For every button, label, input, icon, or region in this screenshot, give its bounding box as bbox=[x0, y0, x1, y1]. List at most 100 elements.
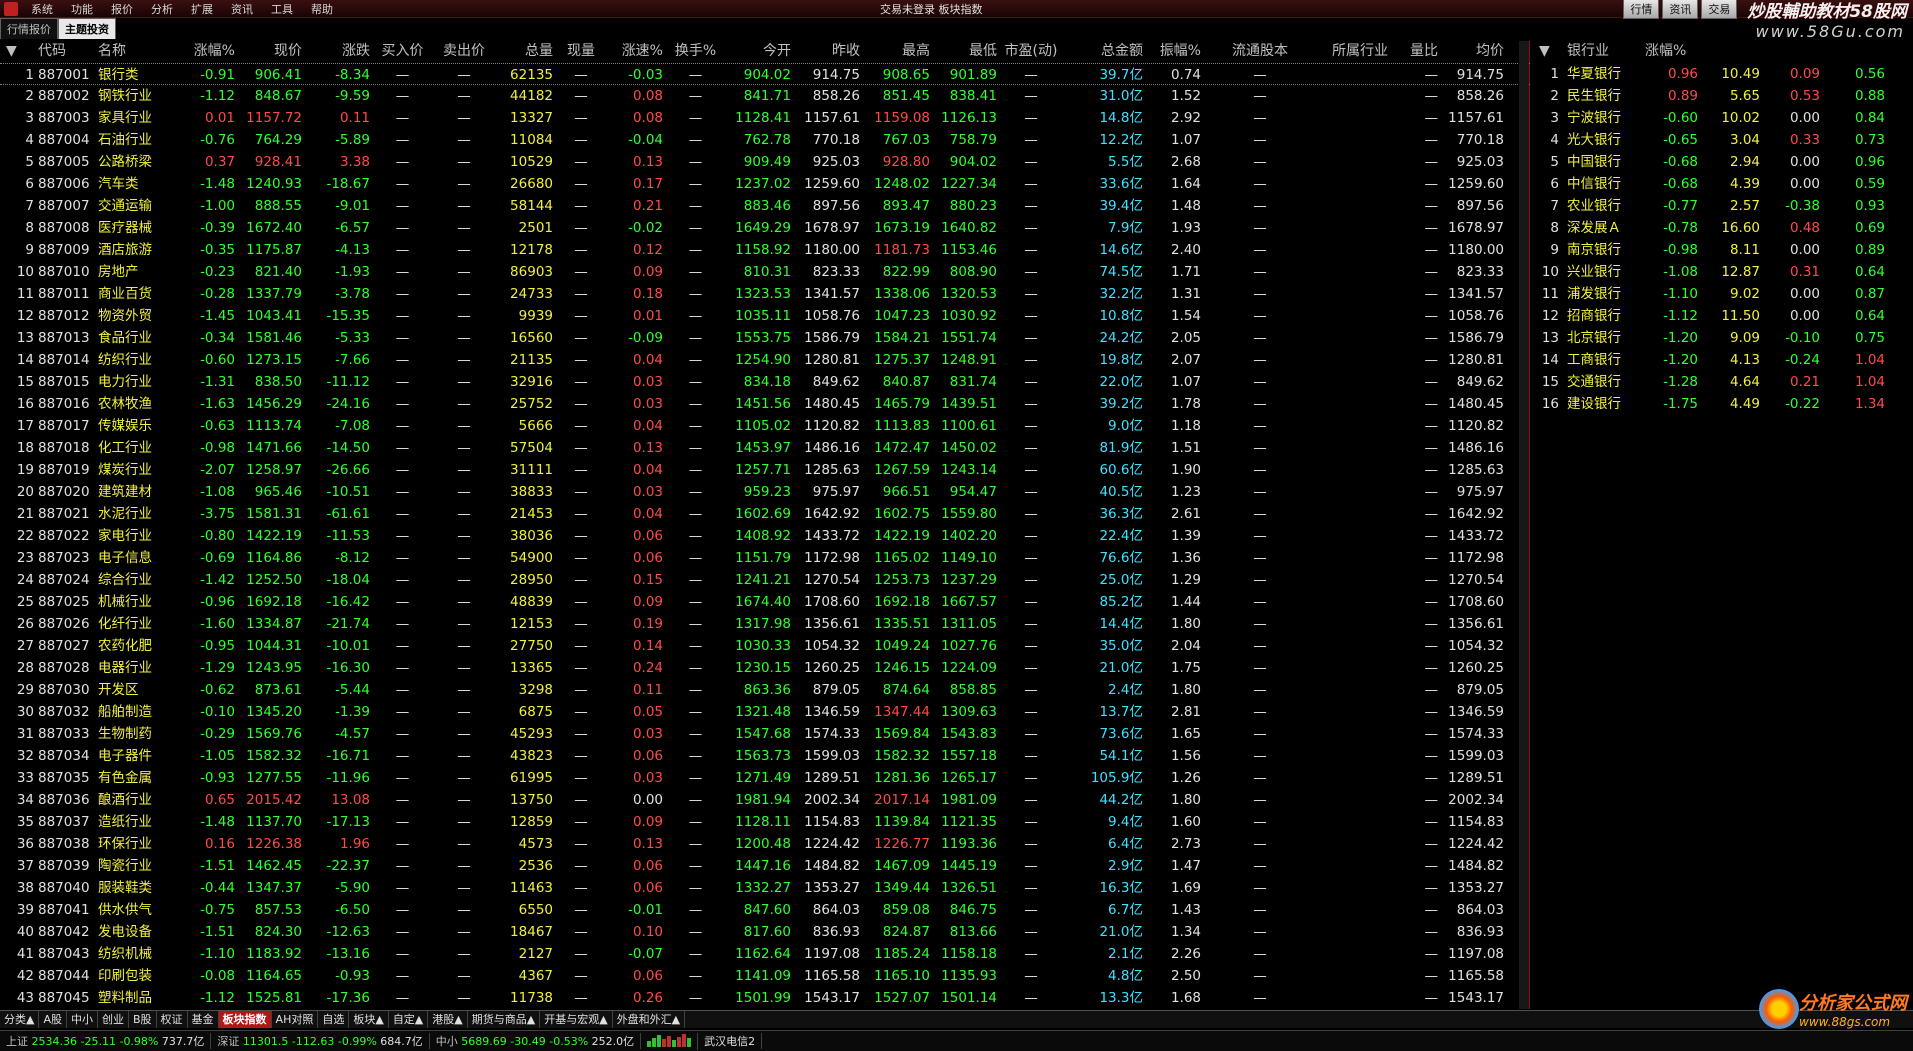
table-row[interactable]: 20 887020 建筑建材 -1.08 965.46 -10.51 — — 38833 — 0.0… bbox=[0, 481, 1530, 503]
bank-row[interactable]: 11 浦发银行 -1.10 9.02 0.00 0.87 bbox=[1533, 283, 1913, 305]
bottom-tab-0[interactable]: 分类▲ bbox=[0, 1011, 40, 1028]
table-row[interactable]: 34 887036 酿酒行业 0.65 2015.42 13.08 — — 13750 — 0.00… bbox=[0, 789, 1530, 811]
bank-row[interactable]: 9 南京银行 -0.98 8.11 0.00 0.89 bbox=[1533, 239, 1913, 261]
table-row[interactable]: 28 887028 电器行业 -1.29 1243.95 -16.30 — — 13365 — 0.… bbox=[0, 657, 1530, 679]
table-row[interactable]: 39 887041 供水供气 -0.75 857.53 -6.50 — — 6550 — -0.01… bbox=[0, 899, 1530, 921]
bank-row[interactable]: 7 农业银行 -0.77 2.57 -0.38 0.93 bbox=[1533, 195, 1913, 217]
column-header-code[interactable]: 代码 bbox=[38, 41, 90, 61]
column-header-pct[interactable]: 涨幅% bbox=[180, 41, 235, 61]
bank-column-header-0[interactable]: 银行业 bbox=[1567, 41, 1647, 61]
bank-row[interactable]: 14 工商银行 -1.20 4.13 -0.24 1.04 bbox=[1533, 349, 1913, 371]
table-row[interactable]: 1 887001 银行类 -0.91 906.41 -8.34 — — 62135 — -0.03 —… bbox=[0, 63, 1530, 85]
column-header-cur[interactable]: 现量 bbox=[560, 41, 602, 61]
column-header-spd[interactable]: 涨速% bbox=[605, 41, 663, 61]
table-row[interactable]: 16 887016 农林牧渔 -1.63 1456.29 -24.16 — — 25752 — 0.… bbox=[0, 393, 1530, 415]
bank-row[interactable]: 6 中信银行 -0.68 4.39 0.00 0.59 bbox=[1533, 173, 1913, 195]
bank-row[interactable]: 2 民生银行 0.89 5.65 0.53 0.88 bbox=[1533, 85, 1913, 107]
bank-row[interactable]: 8 深发展Ａ -0.78 16.60 0.48 0.69 bbox=[1533, 217, 1913, 239]
column-header-open[interactable]: 今开 bbox=[725, 41, 791, 61]
bottom-tab-6[interactable]: 基金 bbox=[188, 1011, 219, 1028]
table-row[interactable]: 5 887005 公路桥梁 0.37 928.41 3.38 — — 10529 — 0.13 — 90… bbox=[0, 151, 1530, 173]
column-header-price[interactable]: 现价 bbox=[240, 41, 302, 61]
column-header-amt[interactable]: 总金额 bbox=[1065, 41, 1143, 61]
tab-quote-list[interactable]: 行情报价 bbox=[0, 18, 58, 39]
column-header-turn[interactable]: 换手% bbox=[668, 41, 723, 61]
bottom-tab-1[interactable]: A股 bbox=[39, 1011, 67, 1028]
table-row[interactable]: 4 887004 石油行业 -0.76 764.29 -5.89 — — 11084 — -0.04… bbox=[0, 129, 1530, 151]
column-header-low[interactable]: 最低 bbox=[932, 41, 997, 61]
bottom-tab-15[interactable]: 外盘和外汇▲ bbox=[613, 1011, 686, 1028]
column-header-vr[interactable]: 量比 bbox=[1400, 41, 1438, 61]
sh-index[interactable]: 上证 2534.36 -25.11 -0.98% 737.7亿 bbox=[0, 1033, 212, 1049]
trade-button[interactable]: 交易 bbox=[1701, 0, 1738, 19]
column-header-bid[interactable]: 买入价 bbox=[375, 41, 430, 61]
bottom-tab-8[interactable]: AH对照 bbox=[272, 1011, 319, 1028]
column-header-pe[interactable]: 市盈(动) bbox=[1002, 41, 1060, 61]
bottom-tab-12[interactable]: 港股▲ bbox=[428, 1011, 468, 1028]
menu-extend[interactable]: 扩展 bbox=[182, 1, 222, 17]
bank-row[interactable]: 12 招商银行 -1.12 11.50 0.00 0.64 bbox=[1533, 305, 1913, 327]
bottom-tab-7[interactable]: 板块指数 bbox=[218, 1011, 272, 1028]
table-row[interactable]: 18 887018 化工行业 -0.98 1471.66 -14.50 — — 57504 — 0.… bbox=[0, 437, 1530, 459]
bank-row[interactable]: 13 北京银行 -1.20 9.09 -0.10 0.75 bbox=[1533, 327, 1913, 349]
table-row[interactable]: 17 887017 传媒娱乐 -0.63 1113.74 -7.08 — — 5666 — 0.04… bbox=[0, 415, 1530, 437]
column-header-avg[interactable]: 均价 bbox=[1442, 41, 1504, 61]
table-row[interactable]: 8 887008 医疗器械 -0.39 1672.40 -6.57 — — 2501 — -0.02… bbox=[0, 217, 1530, 239]
bottom-tab-11[interactable]: 自定▲ bbox=[389, 1011, 429, 1028]
table-row[interactable]: 22 887022 家电行业 -0.80 1422.19 -11.53 — — 38036 — 0.… bbox=[0, 525, 1530, 547]
bottom-tab-9[interactable]: 自选 bbox=[318, 1011, 350, 1028]
table-row[interactable]: 41 887043 纺织机械 -1.10 1183.92 -13.16 — — 2127 — -0.… bbox=[0, 943, 1530, 965]
table-row[interactable]: 19 887019 煤炭行业 -2.07 1258.97 -26.66 — — 31111 — 0.… bbox=[0, 459, 1530, 481]
column-header-chg[interactable]: 涨跌 bbox=[305, 41, 370, 61]
table-row[interactable]: 21 887021 水泥行业 -3.75 1581.31 -61.61 — — 21453 — 0.… bbox=[0, 503, 1530, 525]
menu-quote[interactable]: 报价 bbox=[102, 1, 142, 17]
table-row[interactable]: 31 887033 生物制药 -0.29 1569.76 -4.57 — — 45293 — 0.0… bbox=[0, 723, 1530, 745]
table-row[interactable]: 32 887034 电子器件 -1.05 1582.32 -16.71 — — 43823 — 0.… bbox=[0, 745, 1530, 767]
menu-system[interactable]: 系统 bbox=[22, 1, 62, 17]
table-row[interactable]: 30 887032 船舶制造 -0.10 1345.20 -1.39 — — 6875 — 0.05… bbox=[0, 701, 1530, 723]
column-header-ind[interactable]: 所属行业 bbox=[1315, 41, 1405, 61]
column-header-float[interactable]: 流通股本 bbox=[1210, 41, 1310, 61]
bank-column-header-1[interactable]: 涨幅% bbox=[1645, 41, 1705, 61]
table-row[interactable]: 13 887013 食品行业 -0.34 1581.46 -5.33 — — 16560 — -0.… bbox=[0, 327, 1530, 349]
bottom-tab-13[interactable]: 期货与商品▲ bbox=[468, 1011, 541, 1028]
table-row[interactable]: 40 887042 发电设备 -1.51 824.30 -12.63 — — 18467 — 0.1… bbox=[0, 921, 1530, 943]
column-header-ask[interactable]: 卖出价 bbox=[435, 41, 493, 61]
menu-news[interactable]: 资讯 bbox=[222, 1, 262, 17]
table-row[interactable]: 3 887003 家具行业 0.01 1157.72 0.11 — — 13327 — 0.08 — 1… bbox=[0, 107, 1530, 129]
tab-theme-invest[interactable]: 主题投资 bbox=[58, 18, 116, 39]
news-button[interactable]: 资讯 bbox=[1662, 0, 1699, 19]
menu-analysis[interactable]: 分析 bbox=[142, 1, 182, 17]
table-row[interactable]: 38 887040 服装鞋类 -0.44 1347.37 -5.90 — — 11463 — 0.0… bbox=[0, 877, 1530, 899]
sz-index[interactable]: 深证 11301.5 -112.63 -0.99% 684.7亿 bbox=[211, 1033, 430, 1049]
bank-row[interactable]: 16 建设银行 -1.75 4.49 -0.22 1.34 bbox=[1533, 393, 1913, 415]
bank-row[interactable]: 5 中国银行 -0.68 2.94 0.00 0.96 bbox=[1533, 151, 1913, 173]
table-row[interactable]: 35 887037 造纸行业 -1.48 1137.70 -17.13 — — 12859 — 0.… bbox=[0, 811, 1530, 833]
table-row[interactable]: 10 887010 房地产 -0.23 821.40 -1.93 — — 86903 — 0.09 —… bbox=[0, 261, 1530, 283]
table-row[interactable]: 37 887039 陶瓷行业 -1.51 1462.45 -22.37 — — 2536 — 0.0… bbox=[0, 855, 1530, 877]
column-header-name[interactable]: 名称 bbox=[98, 41, 183, 61]
vertical-scrollbar[interactable] bbox=[1519, 41, 1529, 1009]
column-header-vol[interactable]: 总量 bbox=[495, 41, 553, 61]
table-row[interactable]: 43 887045 塑料制品 -1.12 1525.81 -17.36 — — 11738 — 0.… bbox=[0, 987, 1530, 1009]
quote-button[interactable]: 行情 bbox=[1623, 0, 1660, 19]
table-row[interactable]: 9 887009 酒店旅游 -0.35 1175.87 -4.13 — — 12178 — 0.12… bbox=[0, 239, 1530, 261]
sort-toggle-icon[interactable]: ▼ bbox=[6, 41, 26, 61]
table-row[interactable]: 24 887024 综合行业 -1.42 1252.50 -18.04 — — 28950 — 0.… bbox=[0, 569, 1530, 591]
menu-function[interactable]: 功能 bbox=[62, 1, 102, 17]
bank-row[interactable]: 15 交通银行 -1.28 4.64 0.21 1.04 bbox=[1533, 371, 1913, 393]
table-row[interactable]: 6 887006 汽车类 -1.48 1240.93 -18.67 — — 26680 — 0.17… bbox=[0, 173, 1530, 195]
column-header-amp[interactable]: 振幅% bbox=[1146, 41, 1201, 61]
table-row[interactable]: 11 887011 商业百货 -0.28 1337.79 -3.78 — — 24733 — 0.1… bbox=[0, 283, 1530, 305]
bottom-tab-4[interactable]: B股 bbox=[129, 1011, 157, 1028]
table-row[interactable]: 26 887026 化纤行业 -1.60 1334.87 -21.74 — — 12153 — 0.… bbox=[0, 613, 1530, 635]
table-row[interactable]: 12 887012 物资外贸 -1.45 1043.41 -15.35 — — 9939 — 0.0… bbox=[0, 305, 1530, 327]
table-row[interactable]: 7 887007 交通运输 -1.00 888.55 -9.01 — — 58144 — 0.21 —… bbox=[0, 195, 1530, 217]
bank-row[interactable]: 4 光大银行 -0.65 3.04 0.33 0.73 bbox=[1533, 129, 1913, 151]
table-row[interactable]: 29 887030 开发区 -0.62 873.61 -5.44 — — 3298 — 0.11 — 8… bbox=[0, 679, 1530, 701]
bottom-tab-5[interactable]: 权证 bbox=[157, 1011, 188, 1028]
column-header-prev[interactable]: 昨收 bbox=[795, 41, 860, 61]
bottom-tab-2[interactable]: 中小 bbox=[67, 1011, 98, 1028]
table-row[interactable]: 27 887027 农药化肥 -0.95 1044.31 -10.01 — — 27750 — 0.… bbox=[0, 635, 1530, 657]
bank-row[interactable]: 1 华夏银行 0.96 10.49 0.09 0.56 bbox=[1533, 63, 1913, 85]
